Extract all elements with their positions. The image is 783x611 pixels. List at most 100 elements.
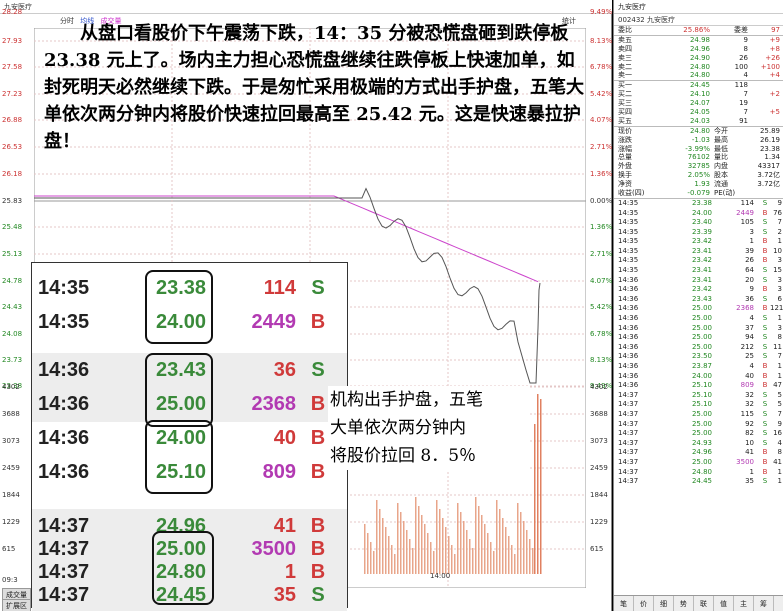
tick-list-row[interactable]: 14:35 24.00 2449 B 76 bbox=[614, 209, 783, 219]
tick-count: 121 bbox=[770, 304, 783, 313]
tick-list-row[interactable]: 14:37 25.10 32 S 5 bbox=[614, 391, 783, 401]
tick-list-row[interactable]: 14:35 23.41 64 S 15 bbox=[614, 266, 783, 276]
tick-list[interactable]: 14:35 23.38 114 S 9 14:35 24.00 2449 B 76 14:35 23.… bbox=[614, 197, 783, 487]
quote-tab[interactable]: 联 bbox=[694, 596, 714, 611]
tick-time: 14:36 bbox=[38, 393, 90, 415]
tick-list-row[interactable]: 14:35 23.40 105 S 7 bbox=[614, 218, 783, 228]
ask-book: 卖五 24.98 9 +9 卖四 24.96 8 +8 卖三 24.90 26 +26 卖二 24.80 1… bbox=[614, 34, 783, 80]
order-book-row[interactable]: 买五 24.03 91 bbox=[614, 117, 783, 126]
order-book-row[interactable]: 卖二 24.80 100 +100 bbox=[614, 63, 783, 72]
tick-side: S bbox=[762, 352, 768, 361]
tick-volume: 40 bbox=[273, 427, 296, 449]
tick-list-row[interactable]: 14:36 23.87 4 B 1 bbox=[614, 362, 783, 372]
highlight-box-4 bbox=[152, 531, 214, 605]
order-book-row[interactable]: 买三 24.07 19 bbox=[614, 99, 783, 108]
order-book-row[interactable]: 卖三 24.90 26 +26 bbox=[614, 54, 783, 63]
tick-time: 14:36 bbox=[618, 304, 639, 313]
quote-tab[interactable]: 值 bbox=[714, 596, 734, 611]
tick-list-row[interactable]: 14:37 24.96 41 B 8 bbox=[614, 448, 783, 458]
tick-volume: 212 bbox=[740, 342, 754, 351]
order-book-row[interactable]: 买四 24.05 7 +5 bbox=[614, 108, 783, 117]
tick-list-row[interactable]: 14:36 25.00 212 S 11 bbox=[614, 343, 783, 353]
tick-time: 14:36 bbox=[618, 381, 639, 390]
tick-list-row[interactable]: 14:36 25.00 94 S 8 bbox=[614, 333, 783, 343]
tick-volume: 3500 bbox=[736, 457, 754, 466]
tick-volume: 2449 bbox=[251, 311, 297, 333]
tick-volume: 26 bbox=[745, 256, 754, 265]
order-book-row[interactable]: 买一 24.45 118 bbox=[614, 81, 783, 90]
tick-list-row[interactable]: 14:37 25.00 3500 B 41 bbox=[614, 458, 783, 468]
tick-volume: 9 bbox=[749, 285, 754, 294]
order-book-row[interactable]: 卖一 24.80 4 +4 bbox=[614, 71, 783, 80]
tick-list-row[interactable]: 14:35 23.41 39 B 10 bbox=[614, 247, 783, 257]
tick-list-row[interactable]: 14:36 25.00 2368 B 121 bbox=[614, 304, 783, 314]
tick-list-row[interactable]: 14:37 25.00 92 S 9 bbox=[614, 420, 783, 430]
order-book-row[interactable]: 卖四 24.96 8 +8 bbox=[614, 45, 783, 54]
tick-time: 14:36 bbox=[618, 285, 639, 294]
tick-side: S bbox=[311, 359, 325, 381]
tick-volume: 35 bbox=[273, 584, 296, 606]
tick-list-row[interactable]: 14:37 24.93 10 S 4 bbox=[614, 439, 783, 449]
tick-count: 8 bbox=[777, 448, 782, 457]
tick-list-row[interactable]: 14:36 25.00 37 S 3 bbox=[614, 324, 783, 334]
tick-list-row[interactable]: 14:36 24.00 40 B 1 bbox=[614, 372, 783, 382]
stat-label: 流通 bbox=[714, 180, 728, 189]
right-axis-label: 3073 bbox=[590, 437, 608, 445]
tick-volume: 25 bbox=[745, 352, 754, 361]
left-axis-label: 3688 bbox=[2, 410, 20, 418]
tick-count: 16 bbox=[773, 429, 782, 438]
quote-tab[interactable]: 势 bbox=[674, 596, 694, 611]
tick-volume: 2368 bbox=[736, 304, 754, 313]
tick-volume: 32 bbox=[745, 390, 754, 399]
book-level: 买四 bbox=[618, 108, 632, 117]
tick-count: 3 bbox=[777, 275, 782, 284]
tick-list-row[interactable]: 14:36 23.42 9 B 3 bbox=[614, 285, 783, 295]
tick-list-row[interactable]: 14:37 24.45 35 S 1 bbox=[614, 477, 783, 487]
book-price: 24.05 bbox=[689, 108, 710, 117]
tick-list-row[interactable]: 14:36 23.50 25 S 7 bbox=[614, 352, 783, 362]
tick-count: 1 bbox=[777, 371, 782, 380]
stat-value: 1.34 bbox=[764, 153, 780, 162]
quote-tab[interactable]: 筹 bbox=[754, 596, 774, 611]
order-ratio-row: 委比 25.86% 委差 97 bbox=[614, 26, 783, 35]
tick-time: 14:35 bbox=[618, 227, 639, 236]
left-axis-label: 24.08 bbox=[2, 330, 23, 338]
tick-list-row[interactable]: 14:35 23.42 26 B 3 bbox=[614, 256, 783, 266]
right-axis-label: 0.00% bbox=[590, 197, 613, 205]
quote-tab[interactable]: 细 bbox=[654, 596, 674, 611]
tab-extension[interactable]: 扩展区 bbox=[2, 599, 31, 611]
tick-price: 23.38 bbox=[691, 198, 712, 207]
stat-value: 25.89 bbox=[759, 126, 780, 135]
tick-list-row[interactable]: 14:37 25.10 32 S 5 bbox=[614, 400, 783, 410]
order-book-row[interactable]: 买二 24.10 7 +2 bbox=[614, 90, 783, 99]
tick-price: 24.93 bbox=[691, 438, 712, 447]
tick-price: 25.00 bbox=[691, 314, 712, 323]
stat-value: 26.19 bbox=[759, 135, 780, 144]
tick-list-row[interactable]: 14:36 25.10 809 B 47 bbox=[614, 381, 783, 391]
tick-list-row[interactable]: 14:35 23.42 1 B 1 bbox=[614, 237, 783, 247]
tick-list-row[interactable]: 14:37 25.00 115 S 7 bbox=[614, 410, 783, 420]
order-book-row[interactable]: 卖五 24.98 9 +9 bbox=[614, 36, 783, 45]
tick-list-row[interactable]: 14:36 23.41 20 S 3 bbox=[614, 276, 783, 286]
tick-count: 5 bbox=[777, 400, 782, 409]
tick-list-row[interactable]: 14:36 25.00 4 S 1 bbox=[614, 314, 783, 324]
tick-list-row[interactable]: 14:37 25.00 82 S 16 bbox=[614, 429, 783, 439]
tick-time: 14:35 bbox=[618, 218, 639, 227]
right-axis-label: 6.78% bbox=[590, 330, 613, 338]
tick-count: 7 bbox=[777, 409, 782, 418]
stat-value: 32785 bbox=[687, 162, 710, 171]
book-change: +8 bbox=[769, 44, 780, 53]
tick-side: S bbox=[311, 277, 325, 299]
quote-tab[interactable]: 价 bbox=[634, 596, 654, 611]
stats-row: 收益(四) -0.079 PE(动) bbox=[614, 189, 783, 198]
quote-tab[interactable]: 笔 bbox=[614, 596, 634, 611]
tick-list-row[interactable]: 14:37 24.80 1 B 1 bbox=[614, 468, 783, 478]
quote-tab[interactable]: 主 bbox=[734, 596, 754, 611]
book-level: 卖五 bbox=[618, 35, 632, 44]
tick-time: 14:37 bbox=[618, 477, 639, 486]
tick-count: 47 bbox=[773, 381, 782, 390]
tick-list-row[interactable]: 14:36 23.43 36 S 6 bbox=[614, 295, 783, 305]
tick-list-row[interactable]: 14:35 23.39 3 S 2 bbox=[614, 228, 783, 238]
tick-volume: 809 bbox=[740, 381, 754, 390]
tick-list-row[interactable]: 14:35 23.38 114 S 9 bbox=[614, 199, 783, 209]
